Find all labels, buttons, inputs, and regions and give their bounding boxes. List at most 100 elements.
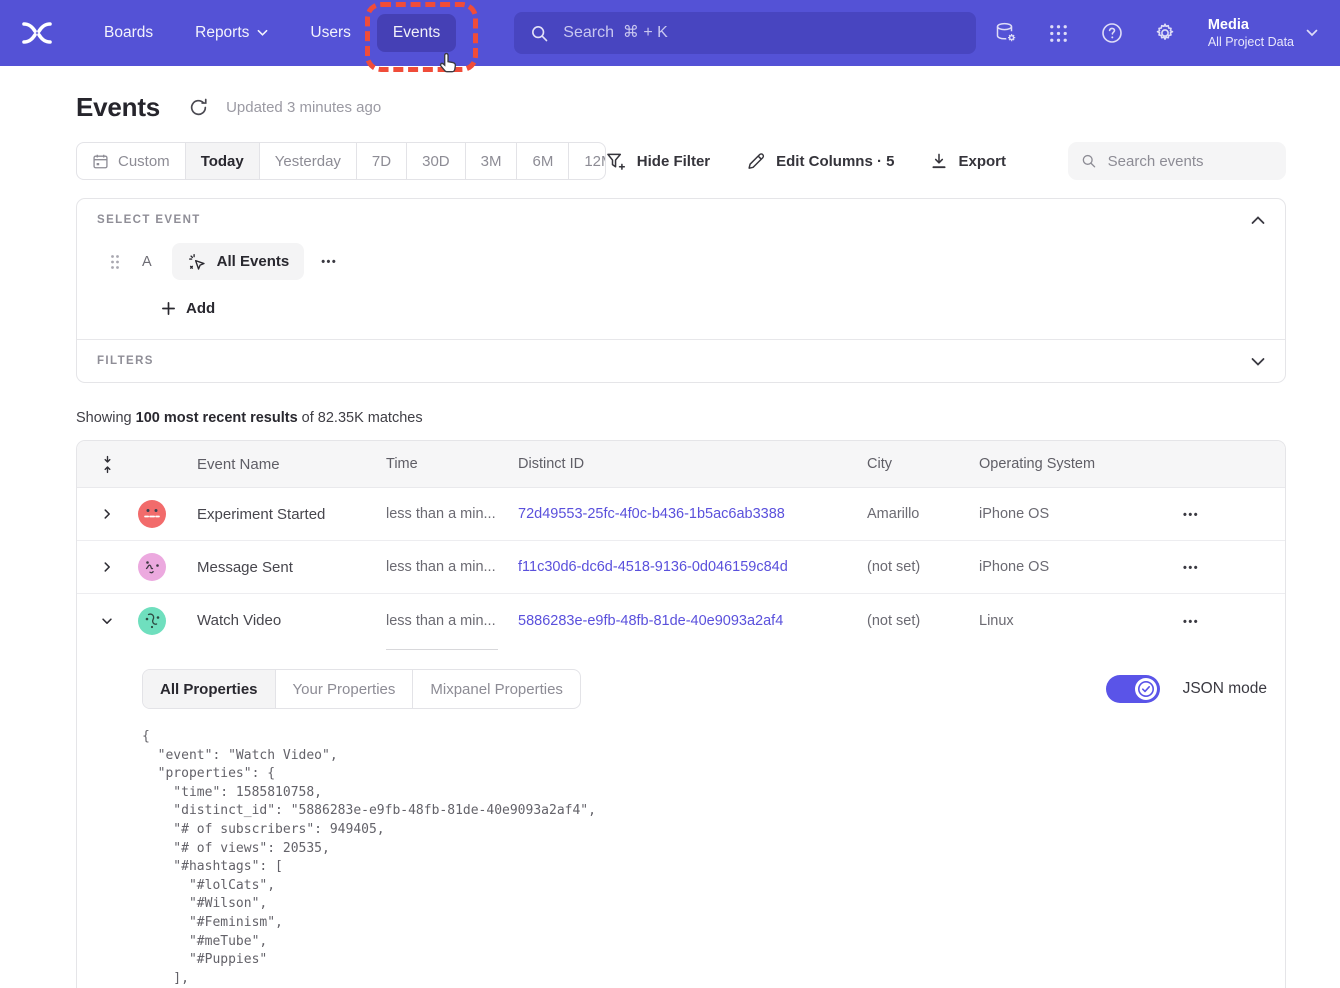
- column-header-city: City: [857, 456, 969, 472]
- hide-filter-button[interactable]: Hide Filter: [606, 152, 710, 171]
- edit-columns-button[interactable]: Edit Columns · 5: [746, 151, 894, 171]
- add-event-button[interactable]: Add: [161, 300, 215, 317]
- expand-filters-icon[interactable]: [1251, 353, 1269, 371]
- refresh-icon[interactable]: [188, 97, 210, 119]
- funnel-plus-icon: [606, 152, 627, 171]
- city-cell: (not set): [857, 559, 969, 575]
- expand-row-icon[interactable]: [87, 507, 127, 521]
- date-range-12m[interactable]: 12M: [568, 143, 605, 179]
- nav-item-users[interactable]: Users: [294, 14, 366, 52]
- mixpanel-logo-icon[interactable]: [20, 16, 54, 50]
- page-title: Events: [76, 92, 160, 123]
- settings-gear-icon[interactable]: [1153, 21, 1177, 45]
- collapse-row-icon[interactable]: [87, 614, 127, 628]
- global-search: [514, 12, 976, 54]
- json-mode-label: JSON mode: [1183, 680, 1267, 698]
- calendar-icon: [92, 153, 109, 170]
- table-row[interactable]: Experiment Started less than a min... 72…: [77, 488, 1285, 541]
- export-button[interactable]: Export: [930, 152, 1006, 170]
- tab-your-properties[interactable]: Your Properties: [275, 670, 413, 708]
- column-header-os: Operating System: [969, 456, 1159, 472]
- city-cell: (not set): [857, 613, 969, 629]
- tab-mixpanel-properties[interactable]: Mixpanel Properties: [412, 670, 580, 708]
- date-range-6m[interactable]: 6M: [516, 143, 568, 179]
- results-summary: Showing 100 most recent results of 82.35…: [76, 410, 1286, 426]
- navbar-actions: Media All Project Data: [994, 16, 1318, 50]
- collapse-all-rows-icon[interactable]: [87, 455, 127, 474]
- column-header-event-name: Event Name: [177, 456, 376, 473]
- date-range-3m[interactable]: 3M: [465, 143, 517, 179]
- date-range-30d[interactable]: 30D: [406, 143, 465, 179]
- event-name-cell: Watch Video: [177, 612, 376, 629]
- help-icon[interactable]: [1100, 21, 1124, 45]
- data-management-icon[interactable]: [994, 21, 1018, 45]
- global-search-input[interactable]: [561, 23, 960, 43]
- project-name: All Project Data: [1208, 34, 1294, 50]
- event-name-cell: Message Sent: [177, 559, 376, 576]
- os-cell: iPhone OS: [969, 506, 1159, 522]
- row-more-options-icon[interactable]: •••: [1183, 562, 1199, 574]
- events-page: Events Updated 3 minutes ago Custom Toda…: [0, 92, 1340, 988]
- download-icon: [930, 152, 948, 170]
- sparkle-cursor-icon: [187, 252, 207, 272]
- select-event-label: SELECT EVENT: [97, 214, 1265, 226]
- search-events-input[interactable]: [1106, 152, 1273, 171]
- tab-all-properties[interactable]: All Properties: [143, 670, 275, 708]
- primary-nav: Boards Reports Users Events: [88, 14, 456, 52]
- drag-handle-icon[interactable]: [110, 254, 120, 270]
- event-row-letter: A: [142, 254, 152, 270]
- event-avatar: [138, 607, 166, 635]
- expand-row-icon[interactable]: [87, 560, 127, 574]
- events-table: Event Name Time Distinct ID City Operati…: [76, 440, 1286, 988]
- distinct-id-link[interactable]: 72d49553-25fc-4f0c-b436-1b5ac6ab3388: [508, 506, 857, 522]
- select-event-section: SELECT EVENT A: [77, 199, 1285, 339]
- last-updated-text: Updated 3 minutes ago: [226, 99, 381, 116]
- time-cell: less than a min...: [376, 559, 508, 575]
- date-range-today[interactable]: Today: [185, 143, 259, 179]
- project-switcher[interactable]: Media All Project Data: [1208, 16, 1318, 50]
- search-icon: [1081, 152, 1097, 170]
- filters-section[interactable]: FILTERS: [77, 339, 1285, 382]
- time-cell: less than a min...: [376, 506, 508, 522]
- date-range-segmented-control: Custom Today Yesterday 7D 30D 3M 6M 12M: [76, 142, 606, 180]
- date-range-custom[interactable]: Custom: [77, 143, 185, 179]
- distinct-id-link[interactable]: 5886283e-e9fb-48fb-81de-40e9093a2af4: [508, 613, 857, 629]
- os-cell: iPhone OS: [969, 559, 1159, 575]
- table-header-row: Event Name Time Distinct ID City Operati…: [77, 441, 1285, 488]
- row-more-options-icon[interactable]: •••: [1183, 616, 1199, 628]
- chevron-down-icon: [257, 29, 268, 37]
- event-selector-all-events[interactable]: All Events: [172, 243, 305, 280]
- query-builder-card: SELECT EVENT A: [76, 198, 1286, 383]
- event-json-view: { "event": "Watch Video", "properties": …: [142, 728, 1267, 988]
- column-header-time: Time: [376, 456, 508, 472]
- filters-label: FILTERS: [97, 355, 1265, 367]
- nav-item-boards[interactable]: Boards: [88, 14, 169, 52]
- row-more-options-icon[interactable]: •••: [1183, 509, 1199, 521]
- pencil-icon: [746, 151, 766, 171]
- toggle-check-icon: [1135, 678, 1157, 700]
- city-cell: Amarillo: [857, 506, 969, 522]
- toolbar: Custom Today Yesterday 7D 30D 3M 6M 12M …: [76, 142, 1286, 180]
- apps-grid-icon[interactable]: [1047, 21, 1071, 45]
- json-mode-toggle[interactable]: [1106, 675, 1160, 703]
- date-range-7d[interactable]: 7D: [356, 143, 406, 179]
- results-count: 100 most recent results: [136, 410, 298, 426]
- column-header-distinct-id: Distinct ID: [508, 456, 857, 472]
- date-range-yesterday[interactable]: Yesterday: [259, 143, 356, 179]
- event-name-cell: Experiment Started: [177, 506, 376, 523]
- event-avatar: [138, 553, 166, 581]
- table-row-expanded[interactable]: Watch Video less than a min... 5886283e-…: [77, 594, 1285, 647]
- collapse-section-icon[interactable]: [1251, 212, 1269, 230]
- event-detail-panel: All Properties Your Properties Mixpanel …: [77, 647, 1285, 988]
- top-navbar: Boards Reports Users Events: [0, 0, 1340, 66]
- search-icon: [530, 24, 549, 43]
- org-name: Media: [1208, 16, 1294, 34]
- distinct-id-link[interactable]: f11c30d6-dc6d-4518-9136-0d046159c84d: [508, 559, 857, 575]
- event-more-options-icon[interactable]: •••: [321, 256, 337, 268]
- table-row[interactable]: Message Sent less than a min... f11c30d6…: [77, 541, 1285, 594]
- nav-item-events[interactable]: Events: [377, 14, 456, 52]
- os-cell: Linux: [969, 613, 1159, 629]
- time-cell: less than a min...: [376, 613, 508, 629]
- nav-item-reports[interactable]: Reports: [179, 14, 284, 52]
- plus-icon: [161, 301, 176, 316]
